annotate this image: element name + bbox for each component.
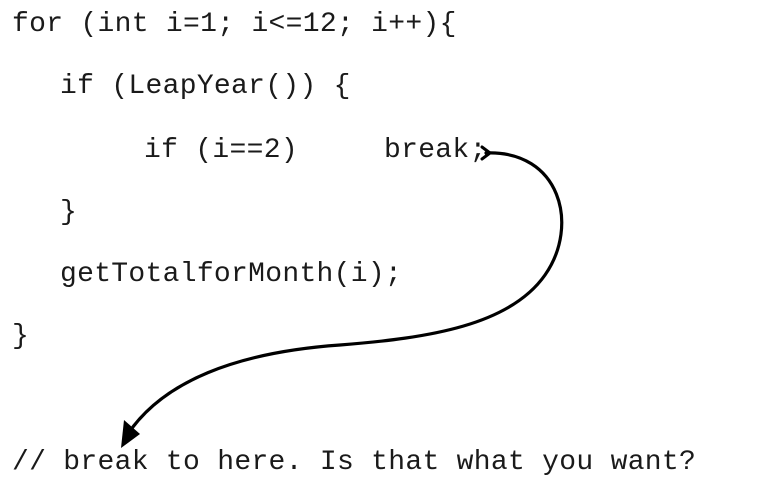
- code-diagram: for (int i=1; i<=12; i++){ if (LeapYear(…: [0, 0, 763, 479]
- flow-arrow-path: [122, 151, 564, 442]
- code-comment: // break to here. Is that what you want?: [12, 447, 697, 478]
- flow-arrow-head: [121, 420, 140, 448]
- code-line-if-leapyear: if (LeapYear()) {: [60, 71, 351, 102]
- code-line-close-for: }: [12, 321, 30, 352]
- code-line-get-total: getTotalforMonth(i);: [60, 259, 403, 290]
- code-line-for-loop: for (int i=1; i<=12; i++){: [12, 9, 457, 40]
- code-line-close-if: }: [60, 197, 78, 228]
- code-break-keyword: break;: [384, 135, 487, 166]
- code-line-if-condition: if (i==2): [144, 135, 298, 166]
